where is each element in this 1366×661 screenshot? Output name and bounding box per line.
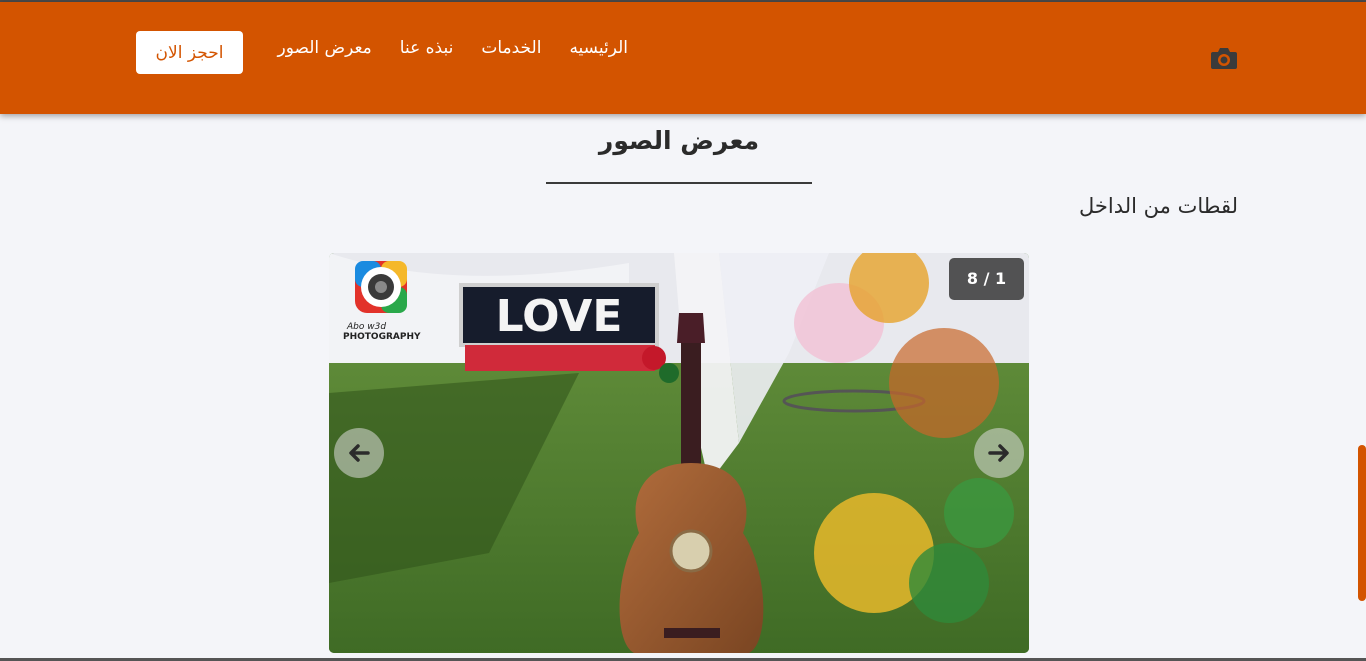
- slide-counter: 8 / 1: [949, 258, 1024, 300]
- scrollbar-thumb[interactable]: [1358, 445, 1366, 601]
- nav-about[interactable]: نبذه عنا: [400, 38, 454, 58]
- book-now-button[interactable]: احجز الان: [136, 31, 243, 74]
- gallery-subtitle: لقطات من الداخل: [1079, 194, 1238, 218]
- prev-slide-button[interactable]: [334, 428, 384, 478]
- watermark-text-1: Abo w3d: [346, 322, 386, 332]
- love-sign-text: LOVE: [496, 291, 623, 342]
- image-carousel[interactable]: Abo w3d PHOTOGRAPHY LOVE 8 / 1: [329, 253, 1029, 653]
- main-nav: الرئيسيه الخدمات نبذه عنا معرض الصور: [278, 38, 629, 58]
- navbar: الرئيسيه الخدمات نبذه عنا معرض الصور احج…: [0, 2, 1366, 114]
- next-slide-button[interactable]: [974, 428, 1024, 478]
- title-divider: [546, 182, 812, 184]
- page-title: معرض الصور: [598, 126, 760, 155]
- nav-gallery[interactable]: معرض الصور: [278, 38, 372, 58]
- nav-home[interactable]: الرئيسيه: [569, 38, 628, 58]
- watermark-text-2: PHOTOGRAPHY: [343, 332, 421, 342]
- camera-icon[interactable]: [1210, 46, 1238, 70]
- gallery-photo: Abo w3d PHOTOGRAPHY LOVE: [329, 253, 1029, 653]
- nav-services[interactable]: الخدمات: [481, 38, 541, 58]
- arrow-left-icon: [349, 444, 370, 462]
- arrow-right-icon: [988, 444, 1009, 462]
